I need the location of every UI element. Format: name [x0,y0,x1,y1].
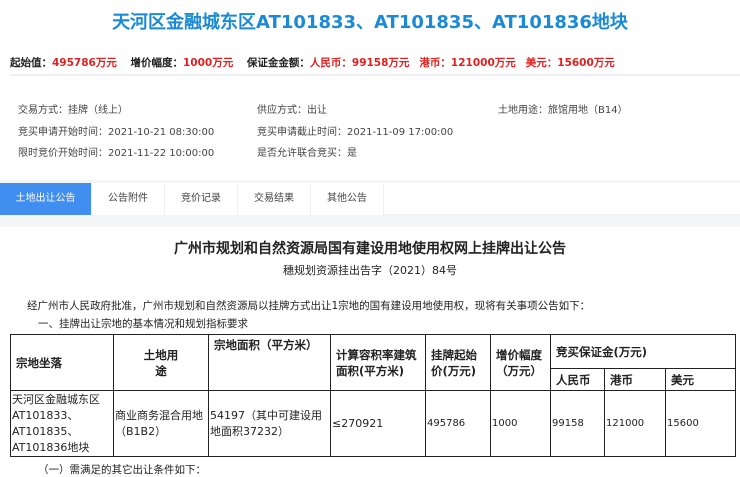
cell-area: 54197（其中可建设用地面积37232） [208,390,331,457]
cell-increment: 1000 [490,390,551,457]
cell-location: 天河区金融城东区AT101833、AT101835、AT101836地块 [10,390,114,457]
price-summary: 起始值：495786万元 增价幅度：1000万元 保证金金额：人民币：99158… [10,55,625,70]
start-value: 495786万元 [52,57,117,69]
th-location: 宗地坐落 [10,334,114,391]
rmb-label: 人民币： [309,57,352,69]
table-row: 天河区金融城东区AT101833、AT101835、AT101836地块 商业商… [10,390,736,457]
divider [0,215,740,227]
section-1: 一、挂牌出让宗地的基本情况和规划指标要求 [38,318,248,330]
rmb-value: 99158万元 [351,57,410,69]
land-use: 土地用途：旅馆用地（B14） [498,105,628,116]
cell-use: 商业商务混合用地（B1B2） [113,390,209,457]
usd-value: 15600万元 [557,57,615,69]
cell-rmb: 99158 [550,390,605,457]
cell-start-price: 495786 [425,390,491,457]
bid-start: 限时竞价开始时间：2021-11-22 10:00:00 [18,148,215,159]
divider [10,74,740,76]
inc-label: 增价幅度： [130,57,184,69]
hkd-label: 港币： [419,57,451,69]
tab-land-notice[interactable]: 土地出让公告 [0,183,92,215]
tab-bid-records[interactable]: 竞价记录 [165,183,238,215]
th-usd: 美元 [665,368,736,391]
tab-other-notices[interactable]: 其他公告 [311,183,384,215]
apply-end: 竞买申请截止时间：2021-11-09 17:00:00 [257,127,454,138]
th-start-price: 挂牌起始价(万元) [425,334,491,391]
hkd-value: 121000万元 [450,57,516,69]
apply-start: 竞买申请开始时间：2021-10-21 08:30:00 [18,127,215,138]
notice-intro: 经广州市人民政府批准，广州市规划和自然资源局以挂牌方式出让1宗地的国有建设用地使… [27,300,591,312]
th-deposit: 竞买保证金(万元) [550,334,736,369]
th-far-area: 计算容积率建筑面积(平方米) [330,334,426,391]
notice-number: 穗规划资源挂出告字（2021）84号 [283,264,457,277]
cell-far-area: ≤270921 [330,390,426,457]
trade-mode: 交易方式：挂牌（线上） [18,105,128,116]
cell-usd: 15600 [665,390,736,457]
supply-mode: 供应方式：出让 [257,105,327,116]
tab-bar: 土地出让公告 公告附件 竞价记录 交易结果 其他公告 [0,183,740,215]
th-use: 土地用途 [113,334,209,391]
th-hkd: 港币 [604,368,666,391]
inc-value: 1000万元 [183,57,234,69]
cell-hkd: 121000 [604,390,666,457]
th-increment: 增价幅度（万元） [490,334,551,391]
deposit-label: 保证金金额： [246,57,310,69]
land-info-table: 宗地坐落 土地用途 宗地面积（平方米） 计算容积率建筑面积(平方米) 挂牌起始价… [10,334,736,457]
th-area: 宗地面积（平方米） [208,334,331,391]
start-label: 起始值： [10,57,52,69]
tab-attachments[interactable]: 公告附件 [92,183,165,215]
usd-label: 美元： [525,57,558,69]
tab-trade-results[interactable]: 交易结果 [238,183,311,215]
page-title: 天河区金融城东区AT101833、AT101835、AT101836地块 [112,12,628,33]
joint-bid: 是否允许联合竞买：是 [257,148,357,159]
th-rmb: 人民币 [550,368,605,391]
notice-heading: 广州市规划和自然资源局国有建设用地使用权网上挂牌出让公告 [174,241,566,257]
